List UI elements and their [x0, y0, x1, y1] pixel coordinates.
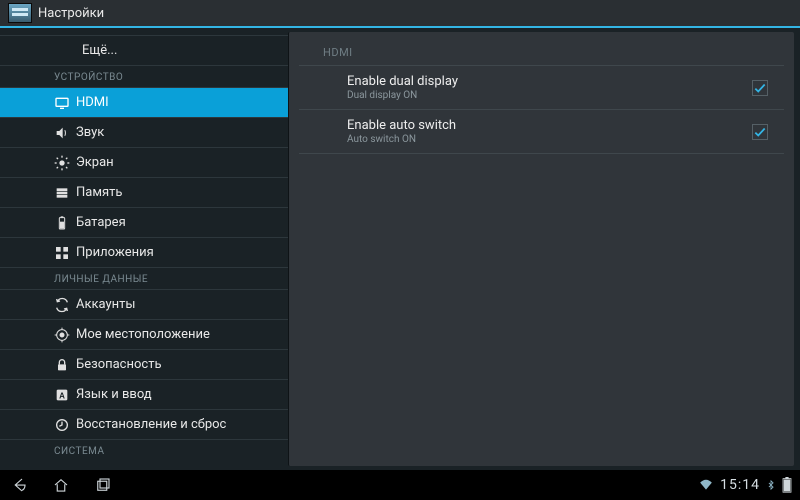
sidebar-item-battery[interactable]: Батарея	[0, 208, 288, 238]
sidebar-item-label: Безопасность	[76, 357, 162, 372]
sidebar-category-device: УСТРОЙСТВО	[0, 66, 288, 88]
checkbox-dual-display[interactable]	[752, 80, 768, 96]
sidebar-item-truncated[interactable]	[0, 28, 288, 36]
sidebar-item-backup[interactable]: Восстановление и сброс	[0, 410, 288, 440]
sidebar-category-system: СИСТЕМА	[0, 440, 288, 461]
sidebar-item-storage[interactable]: Память	[0, 178, 288, 208]
checkbox-auto-switch[interactable]	[752, 124, 768, 140]
setting-row-dual-display[interactable]: Enable dual display Dual display ON	[299, 66, 784, 110]
sidebar-item-label: Батарея	[76, 215, 126, 230]
battery-icon	[54, 215, 70, 231]
language-icon: A	[54, 387, 70, 403]
lock-icon	[54, 357, 70, 373]
setting-title: Enable dual display	[347, 74, 752, 89]
sidebar-item-apps[interactable]: Приложения	[0, 238, 288, 268]
sidebar-item-label: Аккаунты	[76, 297, 136, 312]
sidebar-item-accounts[interactable]: Аккаунты	[0, 290, 288, 320]
sidebar-item-label: Ещё...	[82, 43, 117, 58]
svg-text:A: A	[59, 391, 65, 400]
action-bar-title: Настройки	[38, 6, 104, 21]
sidebar-category-personal: ЛИЧНЫЕ ДАННЫЕ	[0, 268, 288, 290]
wifi-icon	[698, 478, 714, 492]
home-button[interactable]	[50, 474, 72, 496]
setting-title: Enable auto switch	[347, 118, 752, 133]
apps-icon	[54, 245, 70, 261]
monitor-icon	[54, 95, 70, 111]
sync-icon	[54, 297, 70, 313]
status-clock: 15:14	[720, 477, 760, 493]
sidebar-item-label: Язык и ввод	[76, 387, 152, 402]
settings-app-icon	[8, 3, 32, 23]
battery-status-icon	[782, 477, 792, 493]
sidebar-item-location[interactable]: Мое местоположение	[0, 320, 288, 350]
sidebar-item-label: Память	[76, 185, 122, 200]
sidebar-item-security[interactable]: Безопасность	[0, 350, 288, 380]
recent-apps-button[interactable]	[92, 474, 114, 496]
setting-subtitle: Auto switch ON	[347, 134, 752, 145]
sidebar-item-label: HDMI	[76, 95, 109, 110]
sidebar-item-hdmi[interactable]: HDMI	[0, 88, 288, 118]
setting-row-auto-switch[interactable]: Enable auto switch Auto switch ON	[299, 110, 784, 154]
system-nav-bar: 15:14	[0, 470, 800, 500]
bluetooth-icon	[766, 478, 776, 492]
back-button[interactable]	[8, 474, 30, 496]
sidebar-item-sound[interactable]: Звук	[0, 118, 288, 148]
detail-header: HDMI	[299, 32, 784, 66]
sidebar-item-label: Звук	[76, 125, 104, 140]
setting-subtitle: Dual display ON	[347, 90, 752, 101]
brightness-icon	[54, 155, 70, 171]
action-bar: Настройки	[0, 0, 800, 28]
sidebar-item-label: Экран	[76, 155, 114, 170]
sidebar-item-label: Восстановление и сброс	[76, 417, 226, 432]
sidebar-item-display[interactable]: Экран	[0, 148, 288, 178]
settings-sidebar: Ещё... УСТРОЙСТВО HDMI Звук	[0, 28, 288, 470]
sidebar-item-more[interactable]: Ещё...	[0, 36, 288, 66]
sidebar-item-label: Мое местоположение	[76, 327, 210, 342]
sidebar-item-label: Приложения	[76, 245, 154, 260]
backup-icon	[54, 417, 70, 433]
sidebar-item-language[interactable]: A Язык и ввод	[0, 380, 288, 410]
location-icon	[54, 327, 70, 343]
storage-icon	[54, 185, 70, 201]
detail-panel: HDMI Enable dual display Dual display ON…	[288, 32, 794, 466]
speaker-icon	[54, 125, 70, 141]
